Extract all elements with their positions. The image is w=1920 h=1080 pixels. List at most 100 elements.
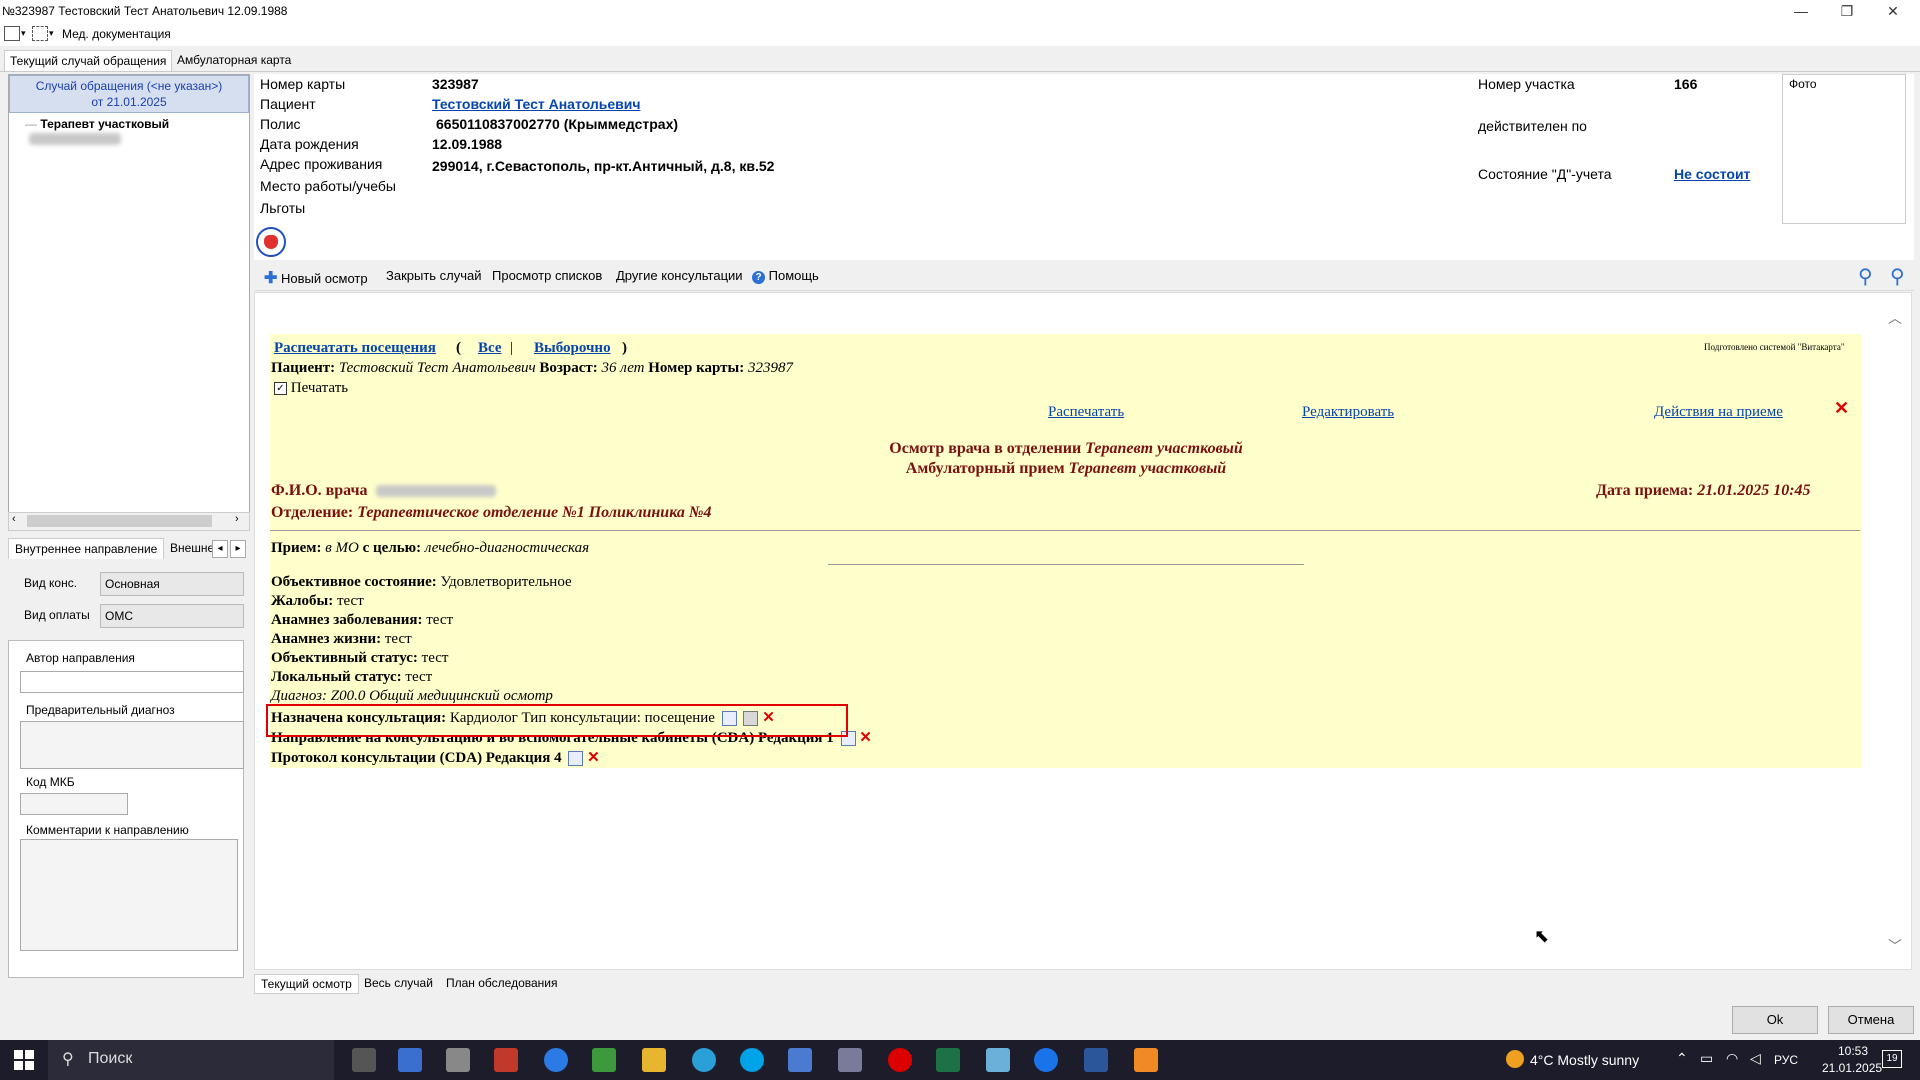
other-consult-button[interactable]: Другие консультации (616, 268, 743, 283)
restore-button[interactable]: ❐ (1824, 0, 1870, 22)
d-status-link[interactable]: Не состоит (1674, 166, 1750, 182)
app-icon[interactable] (494, 1048, 518, 1072)
line-value: тест (426, 612, 454, 628)
prelim-diag-field[interactable] (20, 721, 244, 769)
app-icon[interactable] (838, 1048, 862, 1072)
app-icon[interactable] (788, 1048, 812, 1072)
help-label: Помощь (768, 268, 819, 283)
doctor-line: Ф.И.О. врача (271, 482, 496, 500)
card-value: 323987 (747, 360, 793, 376)
notification-icon[interactable]: 19 (1882, 1050, 1902, 1068)
app-icon[interactable] (592, 1048, 616, 1072)
print-visits-link[interactable]: Распечатать посещения (274, 340, 436, 357)
scroll-left-icon[interactable]: ‹ (12, 513, 16, 525)
tab-next-icon[interactable]: ▸ (230, 540, 246, 558)
language-indicator[interactable]: РУС (1774, 1053, 1798, 1067)
reception-goal: лечебно-диагностическая (424, 540, 590, 556)
delete-icon[interactable]: ✕ (859, 730, 872, 746)
photo-box: Фото (1782, 74, 1906, 224)
patient-label: Пациент (260, 96, 316, 112)
author-field[interactable] (20, 671, 244, 693)
zoom-out-icon[interactable]: ⚲ (1890, 264, 1905, 289)
close-case-button[interactable]: Закрыть случай (386, 268, 482, 283)
protocol-text: Протокол консультации (CDA) Редакция 4 (271, 750, 562, 766)
app-icon[interactable] (398, 1048, 422, 1072)
chevron-down-icon[interactable]: ▾ (21, 28, 26, 39)
vid-oplaty-field[interactable]: ОМС (100, 604, 244, 628)
tab-outpatient-card[interactable]: Амбулаторная карта (172, 50, 296, 70)
vid-kons-field[interactable]: Основная (100, 572, 244, 596)
case-item[interactable]: Случай обращения (<не указан>) от 21.01.… (9, 75, 249, 113)
skype-icon[interactable] (740, 1048, 764, 1072)
tree-item-therapist[interactable]: — Терапевт участковый (25, 117, 249, 145)
address-label: Адрес проживания (260, 156, 383, 172)
volume-icon[interactable]: ◁ (1750, 1050, 1761, 1067)
print-checkbox-row[interactable]: ✓ Печатать (274, 380, 348, 397)
actions-link[interactable]: Действия на приеме (1654, 404, 1783, 421)
lungs-icon[interactable] (256, 227, 286, 257)
network-icon[interactable]: ▭ (1700, 1050, 1713, 1067)
line-label: Анамнез жизни: (271, 631, 382, 647)
windows-start-icon[interactable] (14, 1050, 34, 1070)
zoom-in-icon[interactable]: ⚲ (1858, 264, 1873, 289)
med-docs-menu[interactable]: Мед. документация (62, 27, 171, 41)
edit-link[interactable]: Редактировать (1302, 404, 1394, 421)
task-view-icon[interactable] (352, 1048, 376, 1072)
clock-date[interactable]: 21.01.2025 (1822, 1061, 1882, 1075)
view-lists-button[interactable]: Просмотр списков (492, 268, 602, 283)
selective-link[interactable]: Выборочно (534, 340, 611, 357)
horizontal-scrollbar[interactable]: ‹ › (8, 512, 250, 531)
chevron-up-icon[interactable]: ⌃ (1676, 1050, 1688, 1067)
layout-icon[interactable] (32, 26, 48, 41)
opera-icon[interactable] (888, 1048, 912, 1072)
patient-line-label: Пациент: (271, 360, 336, 376)
cancel-button[interactable]: Отмена (1828, 1006, 1914, 1034)
tab-internal-referral[interactable]: Внутреннее направление (8, 538, 165, 559)
taskbar: ⚲ Поиск 4°C Mostly sunny ⌃ ▭ ◠ ◁ РУС 10:… (0, 1040, 1920, 1080)
tab-prev-icon[interactable]: ◂ (212, 540, 228, 558)
close-button[interactable]: ✕ (1870, 0, 1916, 22)
chevron-down-icon[interactable]: ▾ (49, 28, 54, 39)
scrollbar-thumb[interactable] (27, 515, 212, 527)
menu-bar: ▾ ▾ Мед. документация (0, 22, 1920, 46)
weather-icon[interactable] (1506, 1050, 1524, 1068)
scroll-right-icon[interactable]: › (235, 513, 239, 525)
ok-button[interactable]: Ok (1732, 1006, 1818, 1034)
taskbar-search[interactable]: ⚲ Поиск (48, 1040, 334, 1080)
print-checkbox[interactable]: ✓ (274, 382, 287, 396)
prelim-diag-label: Предварительный диагноз (26, 703, 175, 717)
scroll-up-icon[interactable]: ︿ (1888, 308, 1902, 328)
minimize-button[interactable]: — (1778, 0, 1824, 22)
reception-goal-label: с целью: (362, 540, 422, 556)
wifi-icon[interactable]: ◠ (1726, 1050, 1738, 1067)
scroll-down-icon[interactable]: ﹀ (1888, 936, 1902, 956)
tab-whole-case[interactable]: Весь случай (358, 974, 439, 992)
exam-line: Жалобы: тест (271, 593, 364, 610)
word-icon[interactable] (1084, 1048, 1108, 1072)
browser-icon[interactable] (544, 1048, 568, 1072)
excel-icon[interactable] (936, 1048, 960, 1072)
delete-exam-icon[interactable]: ✕ (1834, 398, 1849, 419)
weather-text[interactable]: 4°C Mostly sunny (1530, 1052, 1639, 1068)
document-icon[interactable] (4, 26, 20, 41)
comments-field[interactable] (20, 839, 238, 951)
help-button[interactable]: ? Помощь (752, 268, 819, 284)
app-icon[interactable] (1134, 1048, 1158, 1072)
calculator-icon[interactable] (446, 1048, 470, 1072)
tab-current-case[interactable]: Текущий случай обращения (4, 50, 173, 71)
print-link[interactable]: Распечатать (1048, 404, 1124, 421)
telegram-icon[interactable] (692, 1048, 716, 1072)
patient-name-link[interactable]: Тестовский Тест Анатольевич (432, 96, 640, 112)
app-icon[interactable] (1034, 1048, 1058, 1072)
delete-icon[interactable]: ✕ (587, 750, 600, 766)
app-icon[interactable] (986, 1048, 1010, 1072)
tab-current-exam[interactable]: Текущий осмотр (254, 974, 359, 994)
new-exam-button[interactable]: ✚ Новый осмотр (264, 268, 368, 288)
all-link[interactable]: Все (478, 340, 502, 357)
edit-icon[interactable] (568, 751, 584, 767)
tab-exam-plan[interactable]: План обследования (440, 974, 564, 992)
mkb-field[interactable] (20, 793, 128, 815)
clock-time[interactable]: 10:53 (1838, 1044, 1868, 1058)
exam-line: Локальный статус: тест (271, 669, 432, 686)
file-explorer-icon[interactable] (642, 1048, 666, 1072)
